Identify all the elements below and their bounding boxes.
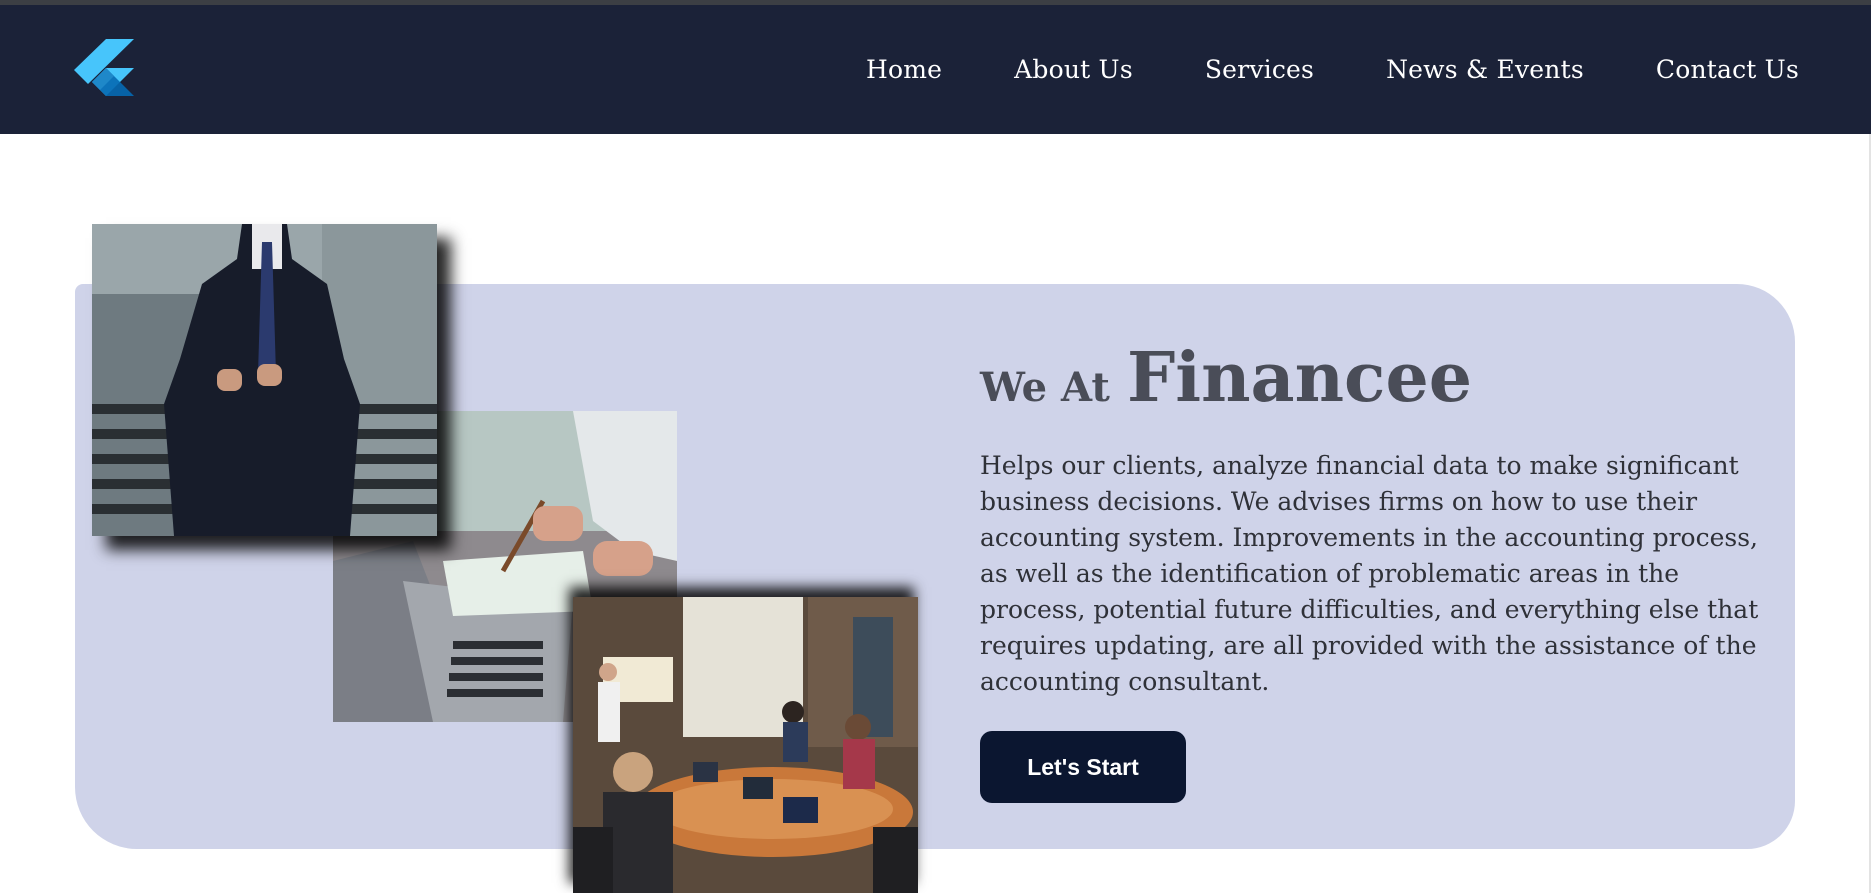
flutter-logo-icon[interactable]: [70, 38, 134, 102]
hero-description: Helps our clients, analyze financial dat…: [980, 451, 1759, 696]
hero-title-brand: Financee: [1126, 338, 1472, 418]
nav-home-link[interactable]: Home: [866, 55, 942, 84]
nav-contact-us-link[interactable]: Contact Us: [1656, 55, 1799, 84]
nav-services-link[interactable]: Services: [1205, 55, 1314, 84]
main-nav: Home About Us Services News & Events Con…: [794, 5, 1799, 134]
hero-title: We At Financee: [980, 338, 1472, 418]
hero-title-prefix: We At: [980, 364, 1110, 411]
nav-news-events-link[interactable]: News & Events: [1386, 55, 1584, 84]
navbar: Home About Us Services News & Events Con…: [0, 5, 1871, 134]
lets-start-button[interactable]: Let's Start: [980, 731, 1186, 803]
nav-about-us-link[interactable]: About Us: [1014, 55, 1133, 84]
businessman-suit-photo: [92, 224, 437, 536]
meeting-room-photo: [573, 597, 918, 893]
